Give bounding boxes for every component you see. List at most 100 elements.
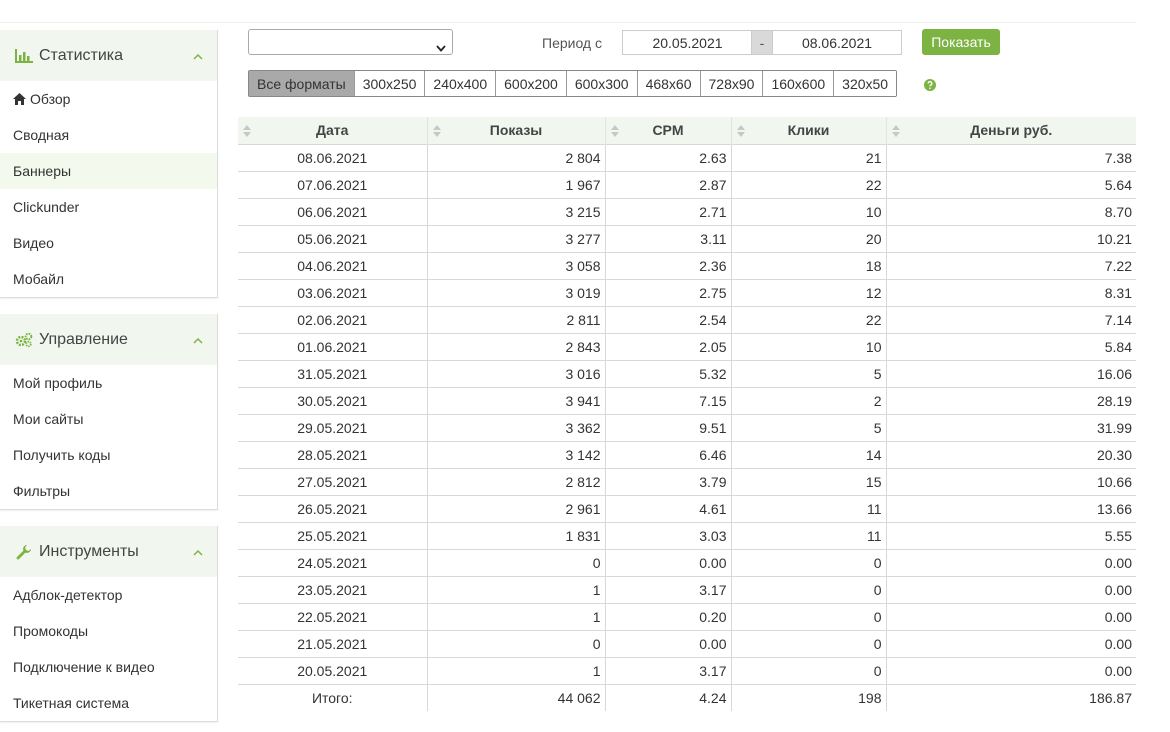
total-label: Итого:	[238, 683, 427, 711]
date-cell: 07.06.2021	[238, 170, 427, 198]
money-cell: 0.00	[885, 656, 1136, 684]
sidebar-item-label: Мобайл	[13, 271, 65, 287]
sidebar-item-label: Промокоды	[13, 623, 89, 639]
date-cell: 24.05.2021	[238, 548, 427, 576]
format-tab-all[interactable]: Все форматы	[249, 71, 354, 96]
format-tab-300x250[interactable]: 300x250	[353, 71, 425, 96]
sidebar-item-adblock[interactable]: Адблок-детектор	[0, 577, 217, 613]
clicks-cell: 0	[730, 602, 886, 630]
clicks-cell: 0	[730, 656, 886, 684]
table-row: 23.05.2021 1 3.17 0 0.00	[238, 575, 1136, 603]
manage-panel-header[interactable]: Управление	[0, 314, 217, 365]
money-cell: 0.00	[885, 602, 1136, 630]
impressions-cell: 3 019	[426, 278, 605, 306]
sidebar-item-video[interactable]: Видео	[0, 225, 217, 261]
tools-panel-header[interactable]: Инструменты	[0, 526, 217, 577]
sidebar-item-banners[interactable]: Баннеры	[0, 153, 217, 189]
date-cell: 22.05.2021	[238, 602, 427, 630]
table-row: 04.06.2021 3 058 2.36 18 7.22	[238, 251, 1136, 279]
clicks-cell: 21	[730, 143, 886, 171]
sidebar-item-promocodes[interactable]: Промокоды	[0, 613, 217, 649]
stats-panel: Статистика Обзор Сводная Баннеры Clickun…	[0, 30, 218, 298]
chevron-up-icon[interactable]	[193, 333, 203, 344]
site-select[interactable]	[248, 29, 453, 55]
date-cell: 21.05.2021	[238, 629, 427, 657]
table-row: 05.06.2021 3 277 3.11 20 10.21	[238, 224, 1136, 252]
format-tab-600x300[interactable]: 600x300	[565, 71, 637, 96]
cpm-cell: 3.79	[604, 467, 731, 495]
column-header-label: Клики	[787, 122, 830, 139]
impressions-cell: 3 362	[426, 413, 605, 441]
clicks-cell: 12	[730, 278, 886, 306]
cpm-cell: 5.32	[604, 359, 731, 387]
impressions-cell: 3 142	[426, 440, 605, 468]
date-cell: 03.06.2021	[238, 278, 427, 306]
impressions-cell: 3 016	[426, 359, 605, 387]
column-header-clicks[interactable]: Клики	[730, 117, 886, 144]
table-body: 08.06.2021 2 804 2.63 21 7.38 07.06.2021 1 967…	[238, 143, 1136, 711]
cpm-cell: 3.03	[604, 521, 731, 549]
cpm-cell: 6.46	[604, 440, 731, 468]
chevron-up-icon[interactable]	[193, 49, 203, 60]
chevron-down-icon	[436, 39, 446, 55]
impressions-cell: 1	[426, 575, 605, 603]
sidebar-item-label: Мои сайты	[13, 411, 84, 427]
table-row: 25.05.2021 1 831 3.03 11 5.55	[238, 521, 1136, 549]
tools-panel-title: Инструменты	[39, 542, 139, 560]
money-cell: 0.00	[885, 548, 1136, 576]
money-cell: 10.66	[885, 467, 1136, 495]
column-header-money[interactable]: Деньги руб.	[885, 117, 1136, 144]
money-cell: 7.14	[885, 305, 1136, 333]
money-cell: 10.21	[885, 224, 1136, 252]
sidebar: Статистика Обзор Сводная Баннеры Clickun…	[0, 30, 218, 732]
money-cell: 31.99	[885, 413, 1136, 441]
format-tab-468x60[interactable]: 468x60	[636, 71, 700, 96]
column-header-impressions[interactable]: Показы	[426, 117, 605, 144]
cpm-cell: 2.71	[604, 197, 731, 225]
sidebar-item-profile[interactable]: Мой профиль	[0, 365, 217, 401]
sidebar-item-filters[interactable]: Фильтры	[0, 473, 217, 509]
period-label: Период с	[542, 35, 602, 51]
format-tab-240x400[interactable]: 240x400	[424, 71, 496, 96]
stats-panel-header[interactable]: Статистика	[0, 30, 217, 81]
impressions-cell: 3 941	[426, 386, 605, 414]
money-cell: 0.00	[885, 629, 1136, 657]
chevron-up-icon[interactable]	[193, 545, 203, 556]
column-header-date[interactable]: Дата	[238, 117, 427, 144]
date-from-input[interactable]: 20.05.2021	[622, 30, 752, 55]
sidebar-item-sites[interactable]: Мои сайты	[0, 401, 217, 437]
format-tab-160x600[interactable]: 160x600	[762, 71, 834, 96]
sidebar-item-codes[interactable]: Получить коды	[0, 437, 217, 473]
sidebar-item-video-connect[interactable]: Подключение к видео	[0, 649, 217, 685]
table-row: 21.05.2021 0 0.00 0 0.00	[238, 629, 1136, 657]
clicks-cell: 10	[730, 197, 886, 225]
date-cell: 01.06.2021	[238, 332, 427, 360]
manage-panel: Управление Мой профиль Мои сайты Получит…	[0, 314, 218, 510]
column-header-cpm[interactable]: CPM	[604, 117, 731, 144]
table-row: 06.06.2021 3 215 2.71 10 8.70	[238, 197, 1136, 225]
format-tab-320x50[interactable]: 320x50	[833, 71, 897, 96]
date-cell: 31.05.2021	[238, 359, 427, 387]
table-row: 24.05.2021 0 0.00 0 0.00	[238, 548, 1136, 576]
show-button[interactable]: Показать	[922, 29, 1000, 55]
format-tab-600x200[interactable]: 600x200	[495, 71, 566, 96]
table-row: 31.05.2021 3 016 5.32 5 16.06	[238, 359, 1136, 387]
money-cell: 7.22	[885, 251, 1136, 279]
sidebar-item-mobile[interactable]: Мобайл	[0, 261, 217, 297]
sidebar-item-tickets[interactable]: Тикетная система	[0, 685, 217, 721]
date-to-input[interactable]: 08.06.2021	[772, 30, 902, 55]
column-header-label: Показы	[489, 122, 543, 139]
cpm-cell: 0.00	[604, 629, 731, 657]
clicks-cell: 22	[730, 170, 886, 198]
sidebar-item-summary[interactable]: Сводная	[0, 117, 217, 153]
help-icon[interactable]	[924, 78, 936, 91]
impressions-cell: 0	[426, 629, 605, 657]
sidebar-item-overview[interactable]: Обзор	[0, 81, 217, 117]
sidebar-item-clickunder[interactable]: Clickunder	[0, 189, 217, 225]
format-tab-728x90[interactable]: 728x90	[699, 71, 763, 96]
bar-chart-icon	[15, 48, 33, 64]
stats-table: Дата Показы CPM Клики Деньги руб. 08.06.…	[238, 117, 1136, 711]
money-cell: 7.38	[885, 143, 1136, 171]
clicks-cell: 10	[730, 332, 886, 360]
date-cell: 28.05.2021	[238, 440, 427, 468]
